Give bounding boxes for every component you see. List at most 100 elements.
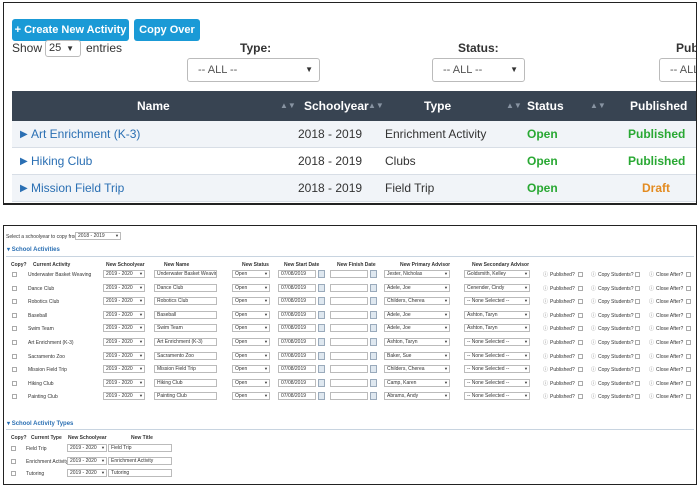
new-finish-date-input[interactable] bbox=[330, 283, 368, 292]
new-name-input[interactable]: Sacramento Zoo bbox=[154, 351, 217, 360]
copy-from-select[interactable]: 2018 - 2019 ▼ bbox=[75, 232, 121, 240]
new-start-date-input[interactable]: 07/08/2019 bbox=[278, 392, 316, 401]
published-checkbox[interactable] bbox=[578, 285, 583, 291]
create-new-activity-button[interactable]: + Create New Activity bbox=[12, 19, 129, 41]
copy-students-checkbox[interactable] bbox=[635, 285, 640, 291]
activity-name-link[interactable]: Mission Field Trip bbox=[31, 175, 124, 202]
primary-advisor-select[interactable]: Baker, Sue ▼ bbox=[384, 351, 450, 360]
new-status-select[interactable]: Open ▼ bbox=[232, 297, 270, 306]
column-header-type[interactable]: Type bbox=[424, 91, 451, 121]
primary-advisor-select[interactable]: Childers, Cherea ▼ bbox=[384, 297, 450, 306]
new-schoolyear-select[interactable]: 2019 - 2020 ▼ bbox=[103, 283, 145, 292]
new-schoolyear-select[interactable]: 2019 - 2020 ▼ bbox=[103, 338, 145, 346]
calendar-icon[interactable] bbox=[318, 283, 325, 292]
secondary-advisor-select[interactable]: -- None Selected -- ▼ bbox=[464, 392, 530, 401]
secondary-advisor-select[interactable]: Ashton, Taryn ▼ bbox=[464, 324, 530, 333]
new-schoolyear-select[interactable]: 2019 - 2020 ▼ bbox=[103, 351, 145, 360]
primary-advisor-select[interactable]: Adele, Joe ▼ bbox=[384, 324, 450, 333]
copy-students-checkbox[interactable] bbox=[635, 340, 640, 345]
new-title-input[interactable]: Tutoring bbox=[108, 469, 172, 477]
new-schoolyear-select[interactable]: 2019 - 2020 ▼ bbox=[103, 270, 145, 278]
primary-advisor-select[interactable]: Adele, Joe ▼ bbox=[384, 310, 450, 319]
close-after-checkbox[interactable] bbox=[686, 272, 691, 277]
copy-checkbox[interactable] bbox=[12, 367, 17, 373]
primary-advisor-select[interactable]: Adele, Joe ▼ bbox=[384, 283, 450, 292]
new-status-select[interactable]: Open ▼ bbox=[232, 378, 270, 387]
new-finish-date-input[interactable] bbox=[330, 324, 368, 333]
copy-students-checkbox[interactable] bbox=[635, 394, 640, 400]
secondary-advisor-select[interactable]: -- None Selected -- ▼ bbox=[464, 338, 530, 346]
table-row[interactable]: ▶ Mission Field Trip 2018 - 2019 Field T… bbox=[12, 175, 696, 202]
new-name-input[interactable]: Art Enrichment (K-3) bbox=[154, 338, 217, 346]
close-after-checkbox[interactable] bbox=[686, 394, 691, 400]
new-start-date-input[interactable]: 07/08/2019 bbox=[278, 310, 316, 319]
copy-over-button[interactable]: Copy Over bbox=[134, 19, 200, 41]
column-header-name[interactable]: Name bbox=[137, 91, 170, 121]
new-name-input[interactable]: Swim Team bbox=[154, 324, 217, 333]
column-header-published[interactable]: Published bbox=[630, 91, 687, 121]
copy-students-checkbox[interactable] bbox=[635, 312, 640, 318]
entries-select[interactable]: 25 ▼ bbox=[45, 40, 81, 57]
published-checkbox[interactable] bbox=[578, 312, 583, 318]
new-finish-date-input[interactable] bbox=[330, 351, 368, 360]
copy-students-checkbox[interactable] bbox=[635, 326, 640, 332]
copy-students-checkbox[interactable] bbox=[635, 299, 640, 305]
calendar-icon[interactable] bbox=[318, 378, 325, 387]
close-after-checkbox[interactable] bbox=[686, 299, 691, 305]
published-checkbox[interactable] bbox=[578, 353, 583, 359]
new-finish-date-input[interactable] bbox=[330, 270, 368, 278]
copy-checkbox[interactable] bbox=[12, 380, 17, 386]
published-checkbox[interactable] bbox=[578, 326, 583, 332]
primary-advisor-select[interactable]: Jester, Nicholas ▼ bbox=[384, 270, 450, 278]
new-start-date-input[interactable]: 07/08/2019 bbox=[278, 351, 316, 360]
copy-checkbox[interactable] bbox=[12, 299, 17, 305]
secondary-advisor-select[interactable]: Ashton, Taryn ▼ bbox=[464, 310, 530, 319]
published-checkbox[interactable] bbox=[578, 394, 583, 400]
new-name-input[interactable]: Underwater Basket Weavin bbox=[154, 270, 217, 278]
primary-advisor-select[interactable]: Childers, Cherea ▼ bbox=[384, 365, 450, 374]
secondary-advisor-select[interactable]: -- None Selected -- ▼ bbox=[464, 378, 530, 387]
published-checkbox[interactable] bbox=[578, 272, 583, 277]
published-filter-select[interactable]: -- ALL bbox=[659, 58, 696, 82]
calendar-icon[interactable] bbox=[318, 270, 325, 278]
table-row[interactable]: ▶ Art Enrichment (K-3) 2018 - 2019 Enric… bbox=[12, 121, 696, 148]
new-start-date-input[interactable]: 07/08/2019 bbox=[278, 297, 316, 306]
new-status-select[interactable]: Open ▼ bbox=[232, 270, 270, 278]
published-checkbox[interactable] bbox=[578, 340, 583, 345]
calendar-icon[interactable] bbox=[318, 392, 325, 401]
new-title-input[interactable]: Field Trip bbox=[108, 444, 172, 452]
close-after-checkbox[interactable] bbox=[686, 285, 691, 291]
calendar-icon[interactable] bbox=[370, 283, 377, 292]
column-header-status[interactable]: Status bbox=[527, 91, 564, 121]
new-finish-date-input[interactable] bbox=[330, 297, 368, 306]
calendar-icon[interactable] bbox=[370, 297, 377, 306]
table-row[interactable]: ▶ Hiking Club 2018 - 2019 Clubs Open Pub… bbox=[12, 148, 696, 175]
new-status-select[interactable]: Open ▼ bbox=[232, 351, 270, 360]
new-schoolyear-select[interactable]: 2019 - 2020 ▼ bbox=[103, 310, 145, 319]
copy-checkbox[interactable] bbox=[12, 312, 17, 318]
primary-advisor-select[interactable]: Camp, Karen ▼ bbox=[384, 378, 450, 387]
close-after-checkbox[interactable] bbox=[686, 367, 691, 373]
published-checkbox[interactable] bbox=[578, 299, 583, 305]
secondary-advisor-select[interactable]: -- None Selected -- ▼ bbox=[464, 297, 530, 306]
calendar-icon[interactable] bbox=[370, 324, 377, 333]
calendar-icon[interactable] bbox=[318, 365, 325, 374]
activity-name-link[interactable]: Art Enrichment (K-3) bbox=[31, 121, 140, 148]
close-after-checkbox[interactable] bbox=[686, 326, 691, 332]
copy-checkbox[interactable] bbox=[12, 340, 17, 345]
primary-advisor-select[interactable]: Abrams, Andy ▼ bbox=[384, 392, 450, 401]
sort-icon[interactable]: ▲▼ bbox=[368, 91, 384, 121]
school-activities-title[interactable]: ▾ School Activities bbox=[7, 246, 60, 253]
sort-icon[interactable]: ▲▼ bbox=[590, 91, 606, 121]
column-header-schoolyear[interactable]: Schoolyear bbox=[304, 91, 369, 121]
copy-students-checkbox[interactable] bbox=[635, 380, 640, 386]
copy-checkbox[interactable] bbox=[12, 394, 17, 400]
activity-name-link[interactable]: Hiking Club bbox=[31, 148, 92, 175]
copy-checkbox[interactable] bbox=[12, 326, 17, 332]
expand-arrow-icon[interactable]: ▶ bbox=[20, 121, 28, 148]
new-schoolyear-select[interactable]: 2019 - 2020 ▼ bbox=[103, 297, 145, 306]
secondary-advisor-select[interactable]: -- None Selected -- ▼ bbox=[464, 351, 530, 360]
new-status-select[interactable]: Open ▼ bbox=[232, 283, 270, 292]
new-status-select[interactable]: Open ▼ bbox=[232, 392, 270, 401]
new-schoolyear-select[interactable]: 2019 - 2020 ▼ bbox=[67, 444, 107, 452]
